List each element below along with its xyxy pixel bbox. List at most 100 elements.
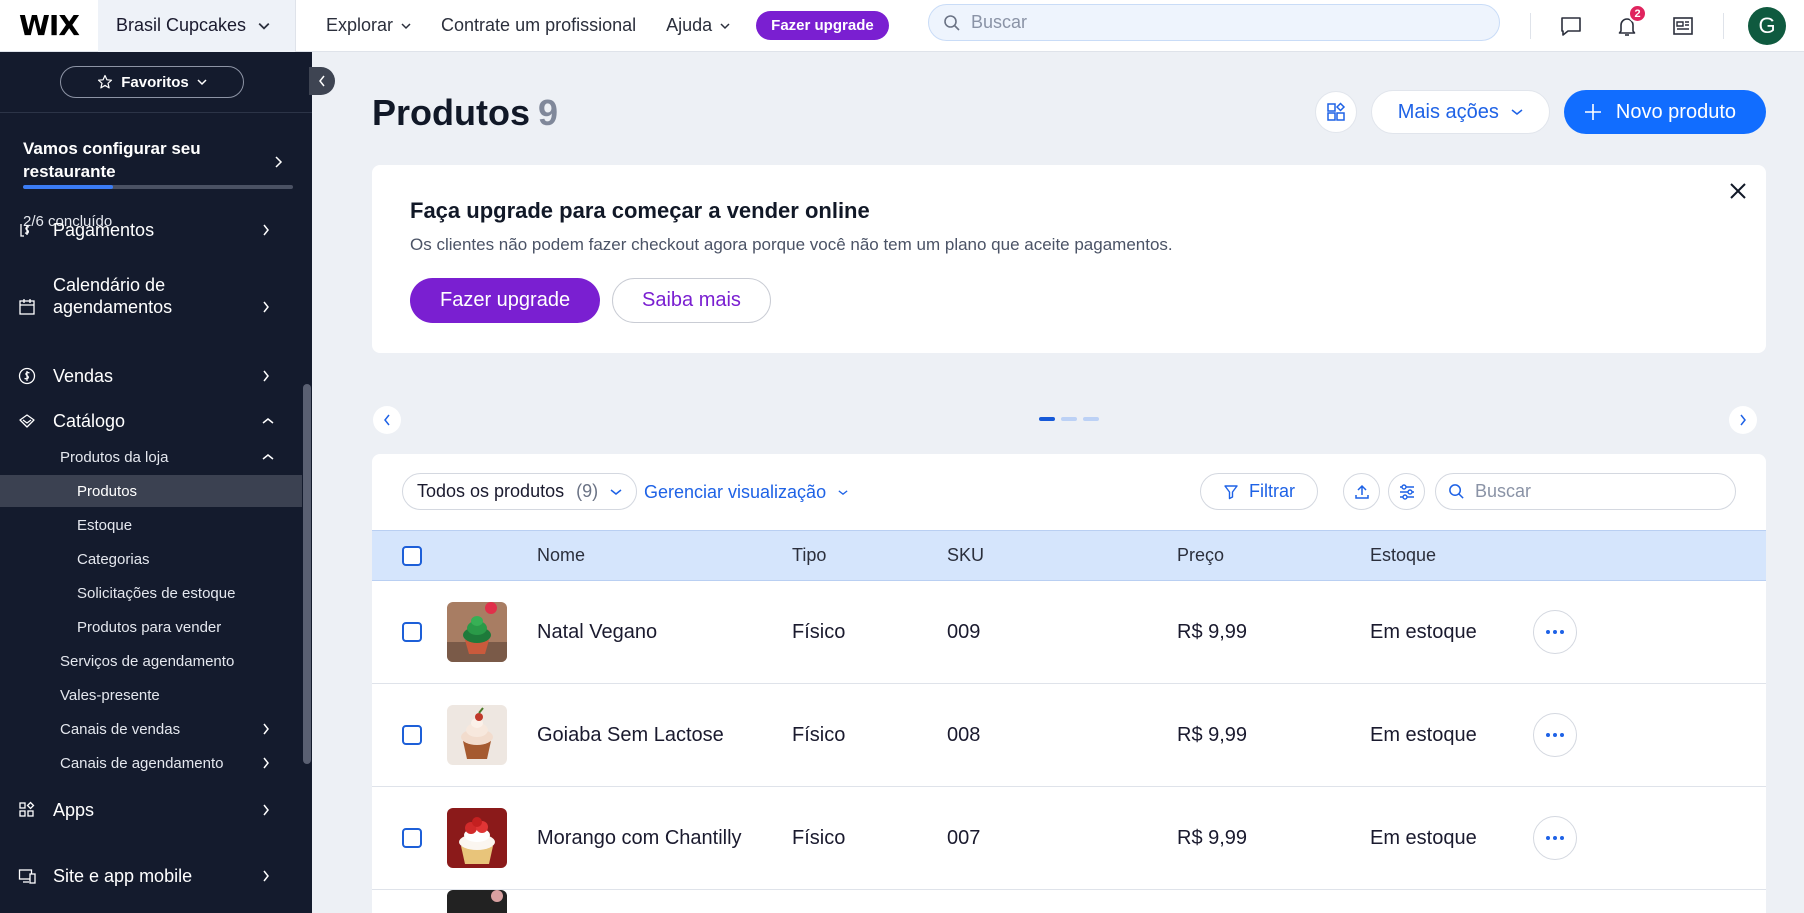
view-selector[interactable]: Todos os produtos (9)	[402, 473, 638, 510]
sidebar-item-site-e-app[interactable]: Site e app mobile	[0, 862, 302, 890]
close-icon[interactable]	[1726, 179, 1750, 203]
sidebar-sub-categorias[interactable]: Categorias	[0, 543, 302, 575]
wix-logo[interactable]: WIX	[0, 0, 98, 52]
new-product-label: Novo produto	[1615, 100, 1736, 123]
row-more-button[interactable]	[1533, 816, 1577, 860]
column-header-name[interactable]: Nome	[537, 531, 585, 580]
chevron-left-icon	[384, 414, 390, 426]
column-header-price[interactable]: Preço	[1177, 531, 1224, 580]
table-search-input[interactable]: Buscar	[1435, 473, 1736, 510]
carousel-dot[interactable]	[1061, 417, 1077, 421]
grid-icon	[1327, 102, 1345, 121]
row-select-cell	[402, 581, 422, 683]
sidebar-item-vendas[interactable]: Vendas	[0, 362, 302, 390]
product-sku: 009	[947, 620, 981, 643]
product-name[interactable]: Goiaba Sem Lactose	[537, 684, 724, 786]
row-more-button[interactable]	[1533, 713, 1577, 757]
product-name[interactable]: Morango com Chantilly	[537, 787, 742, 889]
nav-label: Ajuda	[666, 15, 713, 35]
carousel-dot[interactable]	[1039, 417, 1055, 421]
sidebar-item-catalogo[interactable]: Catálogo	[0, 407, 302, 435]
more-actions-button[interactable]: Mais ações	[1370, 90, 1550, 134]
banner-learn-more-button[interactable]: Saiba mais	[612, 278, 771, 323]
sidebar-sub-servicos[interactable]: Serviços de agendamento	[0, 645, 302, 677]
manage-view-button[interactable]: Gerenciar visualização	[644, 482, 848, 503]
sidebar-sub-vales-presente[interactable]: Vales-presente	[0, 679, 302, 711]
carousel-dot[interactable]	[1083, 417, 1099, 421]
new-product-button[interactable]: Novo produto	[1563, 90, 1766, 134]
product-price: R$ 9,99	[1177, 723, 1248, 746]
chevron-down-icon	[720, 22, 730, 29]
select-all-checkbox[interactable]	[402, 545, 422, 566]
product-thumbnail[interactable]	[447, 808, 507, 868]
more-horizontal-icon	[1546, 836, 1564, 840]
sidebar-sub-estoque[interactable]: Estoque	[0, 509, 302, 541]
product-thumbnail[interactable]	[447, 602, 507, 662]
chevron-down-icon	[401, 22, 411, 29]
column-header-sku[interactable]: SKU	[947, 531, 984, 580]
sidebar-sub-produtos-para-vender[interactable]: Produtos para vender	[0, 611, 302, 643]
banner-title: Faça upgrade para começar a vender onlin…	[410, 198, 870, 223]
customize-columns-button[interactable]	[1388, 473, 1425, 510]
sidebar-sub-produtos-da-loja[interactable]: Produtos da loja	[0, 441, 302, 473]
product-type: Físico	[792, 723, 846, 746]
sidebar-sub-label: Canais de agendamento	[60, 754, 224, 772]
star-icon	[98, 74, 113, 89]
chevron-down-icon	[838, 490, 848, 495]
favorites-button[interactable]: Favoritos	[60, 66, 244, 98]
site-name: Brasil Cupcakes	[116, 15, 247, 35]
banner-description: Os clientes não podem fazer checkout ago…	[410, 235, 1173, 254]
filter-button[interactable]: Filtrar	[1200, 473, 1318, 510]
table-row[interactable]: Natal Vegano Físico 009 R$ 9,99 Em estoq…	[372, 581, 1766, 684]
nav-ajuda[interactable]: Ajuda	[666, 15, 730, 36]
search-icon	[944, 14, 960, 31]
carousel-dots	[1039, 417, 1099, 421]
sidebar-sub-solicitacoes[interactable]: Solicitações de estoque	[0, 577, 302, 609]
sidebar-item-apps[interactable]: Apps	[0, 796, 302, 824]
chevron-right-icon	[263, 804, 269, 816]
upload-icon	[1354, 484, 1369, 499]
carousel-prev-button[interactable]	[373, 406, 401, 434]
sidebar-item-label: Calendário de agendamentos	[53, 275, 173, 317]
sidebar-sub-canais-de-agendamento[interactable]: Canais de agendamento	[0, 747, 302, 779]
sidebar-item-label: Pagamentos	[53, 220, 155, 240]
site-switcher[interactable]: Brasil Cupcakes	[98, 0, 296, 52]
column-header-stock[interactable]: Estoque	[1370, 531, 1436, 580]
column-header-type[interactable]: Tipo	[792, 531, 826, 580]
top-search-input[interactable]: Buscar	[928, 4, 1500, 41]
row-checkbox[interactable]	[402, 828, 422, 848]
table-row[interactable]: Morango com Chantilly Físico 007 R$ 9,99…	[372, 787, 1766, 890]
cupcake-image	[447, 890, 507, 913]
table-row[interactable]: Goiaba Sem Lactose Físico 008 R$ 9,99 Em…	[372, 684, 1766, 787]
chevron-down-icon	[197, 79, 207, 86]
row-checkbox[interactable]	[402, 725, 422, 745]
chevron-right-icon	[263, 370, 269, 382]
more-horizontal-icon	[1546, 733, 1564, 737]
avatar[interactable]: G	[1748, 7, 1786, 45]
row-more-button[interactable]	[1533, 610, 1577, 654]
chevron-down-icon	[258, 22, 270, 30]
banner-upgrade-button[interactable]: Fazer upgrade	[410, 278, 601, 323]
setup-progress-bar	[23, 185, 293, 189]
setup-title: Vamos configurar seu restaurante	[23, 139, 201, 181]
news-icon[interactable]	[1669, 12, 1697, 40]
product-thumbnail[interactable]	[447, 890, 507, 913]
export-button[interactable]	[1343, 473, 1380, 510]
layout-toggle-button[interactable]	[1314, 91, 1357, 133]
sidebar-sub-canais-de-vendas[interactable]: Canais de vendas	[0, 713, 302, 745]
nav-explorar[interactable]: Explorar	[326, 15, 411, 36]
sidebar-item-pagamentos[interactable]: Pagamentos	[0, 216, 302, 244]
product-name[interactable]: Natal Vegano	[537, 581, 657, 683]
sidebar-item-calendario[interactable]: Calendário de agendamentos	[0, 275, 302, 318]
sidebar-sub-produtos[interactable]: Produtos	[0, 475, 302, 507]
top-upgrade-button[interactable]: Fazer upgrade	[756, 11, 889, 40]
product-thumbnail[interactable]	[447, 705, 507, 765]
bell-icon[interactable]: 2	[1613, 4, 1647, 40]
row-checkbox[interactable]	[402, 622, 422, 642]
carousel-next-button[interactable]	[1729, 406, 1757, 434]
top-icons: 2 G	[1530, 0, 1786, 52]
nav-contrate[interactable]: Contrate um profissional	[441, 15, 636, 36]
messages-icon[interactable]	[1557, 12, 1585, 40]
sidebar-scroll-thumb[interactable]	[303, 384, 311, 764]
row-select-cell	[402, 684, 422, 786]
